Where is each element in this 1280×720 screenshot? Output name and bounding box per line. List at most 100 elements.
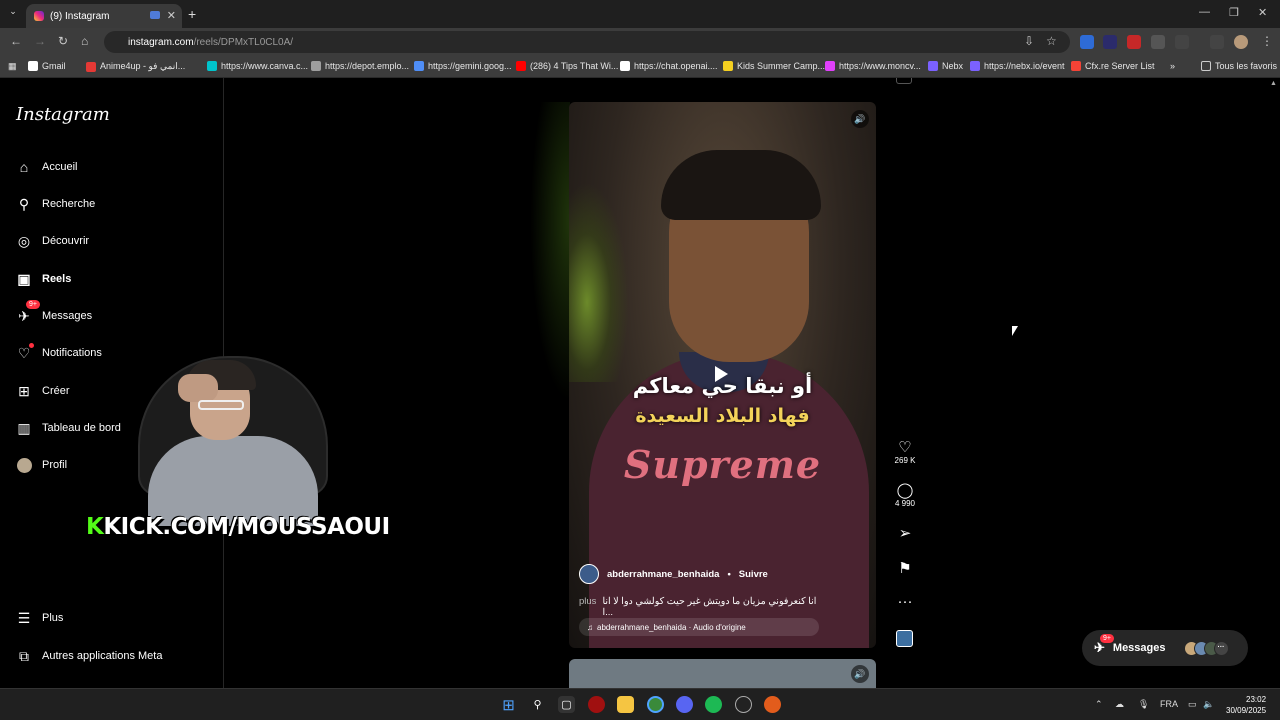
bookmark-item[interactable]: Anime4up - انمي فو... [86,61,185,72]
new-tab-icon[interactable]: + [188,6,196,22]
author-username[interactable]: abderrahmane_benhaida [607,569,719,580]
home-browser-icon[interactable]: ⌂ [81,34,88,48]
media-playing-icon[interactable] [150,11,160,19]
tray-overflow-icon[interactable]: ⌃ [1095,699,1103,710]
extension-3-icon[interactable] [1127,35,1141,49]
sidebar-item-notifications[interactable]: ♡ Notifications [16,343,102,361]
hamburger-icon: ☰ [17,609,31,626]
bookmark-favicon-icon [414,61,424,71]
file-explorer-icon[interactable] [617,696,634,713]
apps-grid-icon[interactable]: ▦ [8,61,17,72]
task-view-icon[interactable]: ▢ [558,696,575,713]
volume-icon[interactable]: 🔊 [851,110,869,128]
back-icon[interactable]: ← [10,34,22,48]
sidebar-item-d-couvrir[interactable]: ◎ Découvrir [16,233,89,249]
system-clock[interactable]: 23:02 30/09/2025 [1226,694,1266,716]
all-bookmarks-label: Tous les favoris [1215,61,1278,71]
caption-more-link[interactable]: plus [579,596,596,618]
browser-menu-icon[interactable]: ⋮ [1261,34,1273,48]
reel-author-row: abderrahmane_benhaida • Suivre [579,564,768,584]
extensions-puzzle-icon[interactable] [1175,35,1189,49]
minimize-icon[interactable]: — [1199,6,1210,18]
tab-search-icon[interactable]: ⌄ [6,6,20,20]
sidebar-item-profil[interactable]: Profil [16,457,67,473]
meta-apps-button[interactable]: ⧉ Autres applications Meta [16,648,162,664]
bookmark-item[interactable]: Gmail [28,61,66,71]
bookmark-label: Nebx [942,61,964,71]
save-button[interactable]: ⚑ [892,559,918,577]
language-indicator[interactable]: FRA [1160,699,1178,709]
bookmark-star-icon[interactable]: ☆ [1046,34,1057,48]
shirt-brand-text: Supreme [623,442,822,487]
messages-pill[interactable]: ✈ 9+ Messages ··· [1082,630,1248,666]
profile-avatar [16,457,32,473]
network-icon[interactable]: ☁ [1115,699,1124,710]
comment-button[interactable]: ◯ 4 990 [892,481,918,508]
sidebar-item-reels[interactable]: ▣ Reels [16,271,71,287]
restore-icon[interactable]: ❐ [1229,6,1239,19]
play-icon[interactable] [715,366,728,382]
bookmark-item[interactable]: Cfx.re Server List [1071,61,1155,71]
tab-close-icon[interactable]: ✕ [167,9,176,22]
like-button[interactable]: ♡ 269 K [892,438,918,465]
sidebar-item-messages[interactable]: ✈ 9+ Messages [16,300,92,324]
bookmark-favicon-icon [86,61,96,72]
media-controls-icon[interactable] [1210,35,1224,49]
bookmark-item[interactable]: https://depot.emplo... [311,61,409,71]
plus-square-icon: ⊞ [18,382,30,399]
discord-icon[interactable] [676,696,693,713]
all-bookmarks-folder[interactable]: Tous les favoris [1201,61,1277,71]
reel-person-hair [661,150,821,220]
sidebar-item-tableau-de-bord[interactable]: ▥ Tableau de bord [16,420,121,436]
reload-icon[interactable]: ↻ [58,34,68,48]
spotify-icon[interactable] [705,696,722,713]
sidebar-item-cr-er[interactable]: ⊞ Créer [16,382,69,399]
tab-instagram[interactable]: (9) Instagram ✕ [26,4,182,28]
audio-link[interactable]: ♫ abderrahmane_benhaida · Audio d'origin… [579,618,819,636]
bookmark-item[interactable]: https://chat.openai.... [620,61,718,71]
app-red-icon[interactable] [588,696,605,713]
extension-4-icon[interactable] [1151,35,1165,49]
bookmark-item[interactable]: https://www.canva.c... [207,61,308,71]
previous-reel-icon[interactable] [896,78,912,84]
volume-tray-icon[interactable]: 🔈 [1203,699,1214,710]
bookmark-item[interactable]: https://www.moncv... [825,61,921,71]
extension-2-icon[interactable] [1103,35,1117,49]
bookmark-item[interactable]: Kids Summer Camp... [723,61,825,71]
app-orange-icon[interactable] [764,696,781,713]
bookmark-item[interactable]: https://nebx.io/event [970,61,1065,71]
scroll-up-arrow-icon[interactable]: ▲ [1270,80,1277,87]
address-bar[interactable]: instagram.com/reels/DPMxTL0CL0A/ [104,31,1070,53]
bookmark-item[interactable]: (286) 4 Tips That Wi... [516,61,618,71]
audio-thumbnail[interactable] [896,630,913,647]
author-avatar[interactable] [579,564,599,584]
bookmark-item[interactable]: https://gemini.goog... [414,61,512,71]
chrome-icon[interactable] [647,696,664,713]
kick-url: KICK.COM/MOUSSAOUI [103,514,390,540]
profile-avatar[interactable] [1234,35,1248,49]
reel-caption-yellow: فهاد البلاد السعيدة [635,405,810,427]
more-menu-button[interactable]: ☰ Plus [16,609,64,626]
install-app-icon[interactable]: ⇩ [1024,34,1034,48]
next-volume-icon[interactable]: 🔊 [851,665,869,683]
taskbar-search-icon[interactable]: ⚲ [529,696,546,713]
bookmark-item[interactable]: Nebx [928,61,963,71]
window-close-icon[interactable]: ✕ [1258,6,1267,19]
microphone-icon[interactable]: 🎙 [1138,699,1149,710]
sidebar-item-label: Notifications [42,347,102,359]
forward-icon[interactable]: → [34,34,46,48]
instagram-logo[interactable]: Instagram [16,104,110,125]
reel-video[interactable]: 🔊 أو نبقا حي معاكم فهاد البلاد السعيدة S… [569,102,876,648]
more-options-button[interactable]: ··· [892,593,918,611]
app-dark-icon[interactable] [735,696,752,713]
display-icon[interactable]: ▭ [1188,699,1197,710]
comment-count: 4 990 [894,499,916,508]
windows-start-icon[interactable]: ⊞ [500,696,517,714]
sidebar-item-accueil[interactable]: ⌂ Accueil [16,159,78,175]
follow-button[interactable]: Suivre [739,567,768,582]
share-button[interactable]: ➢ [892,524,918,542]
bookmarks-overflow-icon[interactable]: » [1170,61,1175,71]
sidebar-item-recherche[interactable]: ⚲ Recherche [16,196,95,212]
next-reel-preview[interactable]: 🔊 [569,659,876,688]
extension-1-icon[interactable] [1080,35,1094,49]
